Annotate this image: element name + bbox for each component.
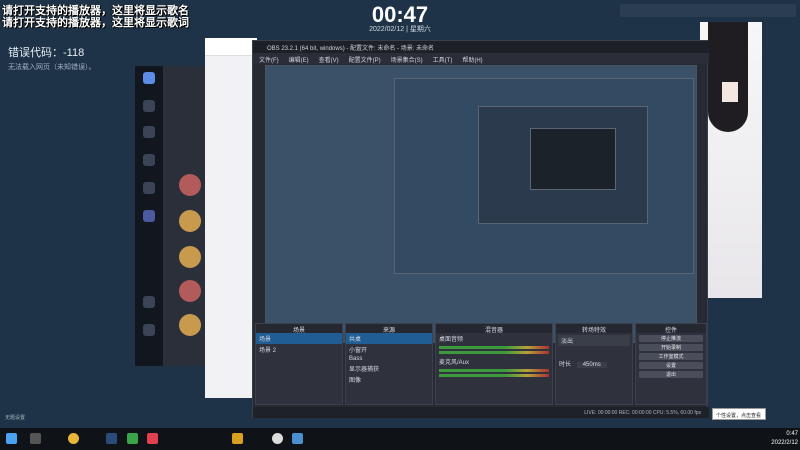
tray-tooltip: 个性设置，点击查看 xyxy=(712,408,766,420)
scene-item[interactable]: 场景 2 xyxy=(256,344,342,355)
conversation-list xyxy=(163,66,205,366)
menu-profile[interactable]: 配置文件(P) xyxy=(349,55,381,64)
messenger-sidebar xyxy=(135,66,163,366)
avatar[interactable] xyxy=(179,246,201,268)
source-item[interactable]: 共桌 xyxy=(346,333,432,344)
taskbar-clock[interactable]: 0:47 2022/2/12 xyxy=(740,430,798,448)
anime-art-window xyxy=(700,22,762,298)
menu-view[interactable]: 查看(V) xyxy=(319,55,339,64)
app-logo-icon xyxy=(143,72,155,84)
duration-field[interactable]: 450ms xyxy=(576,362,607,368)
scene-item[interactable]: 场景 xyxy=(256,333,342,344)
mixer-dock: 混音器 桌面音频 麦克风/Aux xyxy=(435,323,553,405)
menu-edit[interactable]: 编辑(E) xyxy=(289,55,309,64)
volume-meter xyxy=(439,346,549,349)
taskbar xyxy=(0,428,800,450)
stop-stream-button[interactable]: 停止推流 xyxy=(639,335,703,342)
task-view-icon[interactable] xyxy=(30,433,41,444)
obs-title-bar: OBS 23.2.1 (64 bit, windows) - 配置文件: 未命名… xyxy=(253,41,709,53)
volume-slider[interactable] xyxy=(439,374,549,377)
avatar[interactable] xyxy=(179,174,201,196)
transitions-title: 转场特效 xyxy=(556,324,632,334)
error-code: 错误代码：-118 xyxy=(8,47,85,59)
start-record-button[interactable]: 开始录制 xyxy=(639,344,703,351)
source-item[interactable]: 图像 xyxy=(346,374,432,385)
taskbar-date: 2022/2/12 xyxy=(771,440,798,446)
character-face xyxy=(722,82,738,102)
obs-icon[interactable] xyxy=(272,433,283,444)
desktop: 请打开支持的播放器，这里将显示歌名 请打开支持的播放器，这里将显示歌词 00:4… xyxy=(0,0,800,450)
desktop-note: 无题设置 xyxy=(5,415,26,421)
chat-icon[interactable] xyxy=(143,100,155,112)
source-item[interactable]: 显示器捕获 xyxy=(346,363,432,374)
avatar[interactable] xyxy=(179,314,201,336)
menu-file[interactable]: 文件(F) xyxy=(259,55,279,64)
menu-help[interactable]: 帮助(H) xyxy=(462,55,482,64)
wechat-icon[interactable] xyxy=(127,433,138,444)
controls-dock: 控件 停止推流 开始录制 工作室模式 设置 退出 xyxy=(635,323,707,405)
character-hair xyxy=(708,22,748,132)
lyric-text-line: 请打开支持的播放器，这里将显示歌词 xyxy=(2,17,189,29)
scenes-dock: 场景 场景 场景 2 xyxy=(255,323,343,405)
star-icon[interactable] xyxy=(143,154,155,166)
preview-nested-3 xyxy=(530,128,616,190)
settings-button[interactable]: 设置 xyxy=(639,362,703,369)
source-item[interactable]: 小窗开 xyxy=(346,344,432,355)
folder-icon[interactable] xyxy=(232,433,243,444)
avatar[interactable] xyxy=(179,280,201,302)
menu-tools[interactable]: 工具(T) xyxy=(433,55,453,64)
transition-select[interactable]: 淡出 xyxy=(558,335,630,346)
music-icon[interactable] xyxy=(147,433,158,444)
controls-title: 控件 xyxy=(636,324,706,334)
obs-menu-bar: 文件(F) 编辑(E) 查看(V) 配置文件(P) 场景集合(S) 工具(T) … xyxy=(253,53,709,64)
volume-slider[interactable] xyxy=(439,351,549,354)
avatar[interactable] xyxy=(179,210,201,232)
volume-meter xyxy=(439,369,549,372)
taskbar-time: 0:47 xyxy=(786,431,798,437)
top-right-widget[interactable] xyxy=(620,4,796,17)
obs-window: OBS 23.2.1 (64 bit, windows) - 配置文件: 未命名… xyxy=(252,40,709,418)
menu-scene-collection[interactable]: 场景集合(S) xyxy=(391,55,423,64)
scenes-title: 场景 xyxy=(256,324,342,334)
mixer-track-label: 桌面音频 xyxy=(439,337,464,343)
search-icon[interactable] xyxy=(143,296,155,308)
sources-title: 来源 xyxy=(346,324,432,334)
error-detail: 无法载入网页（未知错误）。 xyxy=(8,64,96,71)
transitions-dock: 转场特效 淡出 时长 450ms xyxy=(555,323,633,405)
windows-start-icon[interactable] xyxy=(6,433,17,444)
gear-icon[interactable] xyxy=(143,324,155,336)
chat-window[interactable] xyxy=(205,38,257,398)
chrome-icon[interactable] xyxy=(68,433,79,444)
mixer-title: 混音器 xyxy=(436,324,552,334)
mixer-track-label: 麦克风/Aux xyxy=(439,360,470,366)
exit-button[interactable]: 退出 xyxy=(639,371,703,378)
shield-icon[interactable] xyxy=(143,210,155,222)
obs-preview[interactable] xyxy=(265,65,697,343)
desktop-date: 2022/02/12 | 星期六 xyxy=(369,26,431,33)
steam-icon[interactable] xyxy=(106,433,117,444)
app-icon[interactable] xyxy=(292,433,303,444)
wifi-icon[interactable] xyxy=(143,182,155,194)
source-item[interactable]: Bass xyxy=(346,355,432,363)
chat-header xyxy=(205,38,257,56)
studio-mode-button[interactable]: 工作室模式 xyxy=(639,353,703,360)
duration-label: 时长 xyxy=(559,362,572,368)
sources-dock: 来源 共桌 小窗开 Bass 显示器捕获 图像 xyxy=(345,323,433,405)
contacts-icon[interactable] xyxy=(143,126,155,138)
obs-status-bar: LIVE: 00:00:00 REC: 00:00:00 CPU: 5.5%, … xyxy=(253,407,709,418)
